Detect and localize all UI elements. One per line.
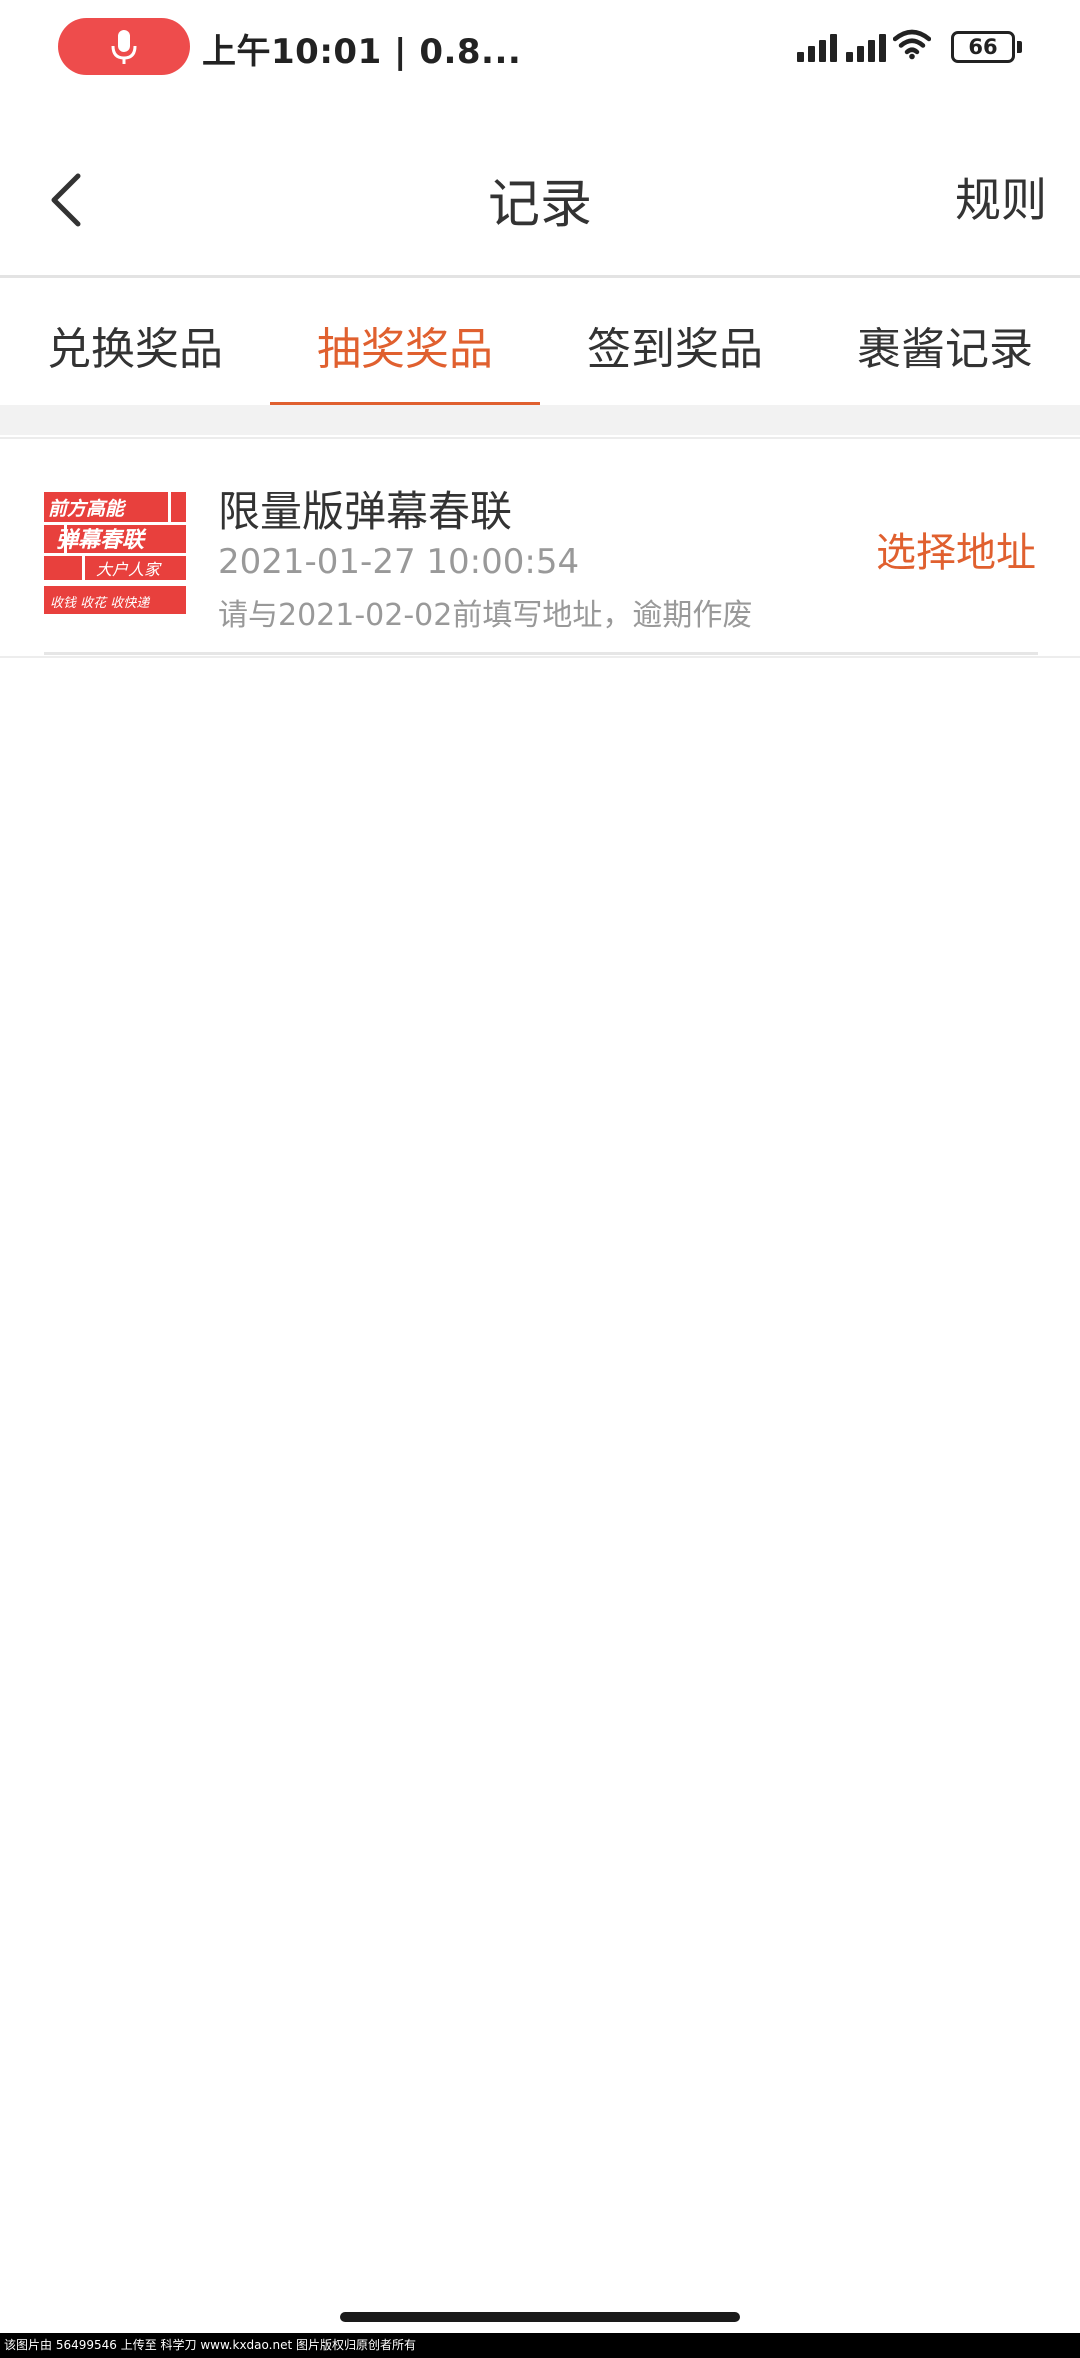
status-time: 上午10:01 | 0.8... bbox=[202, 32, 522, 72]
tab-checkin-prizes[interactable]: 签到奖品 bbox=[540, 281, 810, 405]
tab-bar: 兑换奖品 抽奖奖品 签到奖品 裹酱记录 bbox=[0, 281, 1080, 405]
tab-label: 裹酱记录 bbox=[857, 324, 1033, 375]
prize-deadline-note: 请与2021-02-02前填写地址，逾期作废 bbox=[218, 598, 753, 633]
thumb-line-3: 大户人家 bbox=[96, 560, 162, 579]
watermark: 该图片由 56499546 上传至 科学刀 www.kxdao.net 图片版权… bbox=[0, 2333, 1080, 2358]
tab-sauce-records[interactable]: 裹酱记录 bbox=[810, 281, 1080, 405]
thumb-line-1: 前方高能 bbox=[48, 498, 127, 520]
prize-thumbnail: 前方高能 弹幕春联 大户人家 收钱 收花 收快递 bbox=[44, 490, 186, 620]
microphone-icon bbox=[111, 29, 137, 64]
battery-icon: 66 bbox=[951, 31, 1015, 63]
tab-exchange-prizes[interactable]: 兑换奖品 bbox=[0, 281, 270, 405]
battery-level: 66 bbox=[968, 35, 998, 59]
section-separator bbox=[0, 405, 1080, 435]
tab-lottery-prizes[interactable]: 抽奖奖品 bbox=[270, 281, 540, 405]
status-bar: 上午10:01 | 0.8... 66 bbox=[0, 0, 1080, 96]
thumb-line-2: 弹幕春联 bbox=[56, 528, 147, 553]
list-item[interactable]: 前方高能 弹幕春联 大户人家 收钱 收花 收快递 限量版弹幕春联 2021-01… bbox=[0, 440, 1080, 658]
signal-icon bbox=[797, 30, 837, 62]
battery-tip bbox=[1017, 41, 1022, 53]
nav-bar: 记录 规则 bbox=[0, 110, 1080, 278]
prize-name: 限量版弹幕春联 bbox=[218, 487, 513, 536]
select-address-button[interactable]: 选择地址 bbox=[876, 520, 1036, 578]
rules-button[interactable]: 规则 bbox=[955, 164, 1047, 230]
thumb-line-4: 收钱 收花 收快递 bbox=[50, 596, 150, 611]
signal-icon bbox=[846, 30, 886, 62]
wifi-icon bbox=[893, 29, 931, 60]
prize-time: 2021-01-27 10:00:54 bbox=[218, 542, 580, 582]
divider bbox=[44, 652, 1038, 655]
divider bbox=[0, 437, 1080, 439]
page-title: 记录 bbox=[487, 175, 592, 235]
tab-label: 兑换奖品 bbox=[47, 324, 223, 375]
tab-label: 抽奖奖品 bbox=[317, 324, 493, 375]
home-indicator[interactable] bbox=[340, 2312, 740, 2322]
tab-label: 签到奖品 bbox=[587, 324, 763, 375]
microphone-indicator[interactable] bbox=[58, 18, 190, 75]
